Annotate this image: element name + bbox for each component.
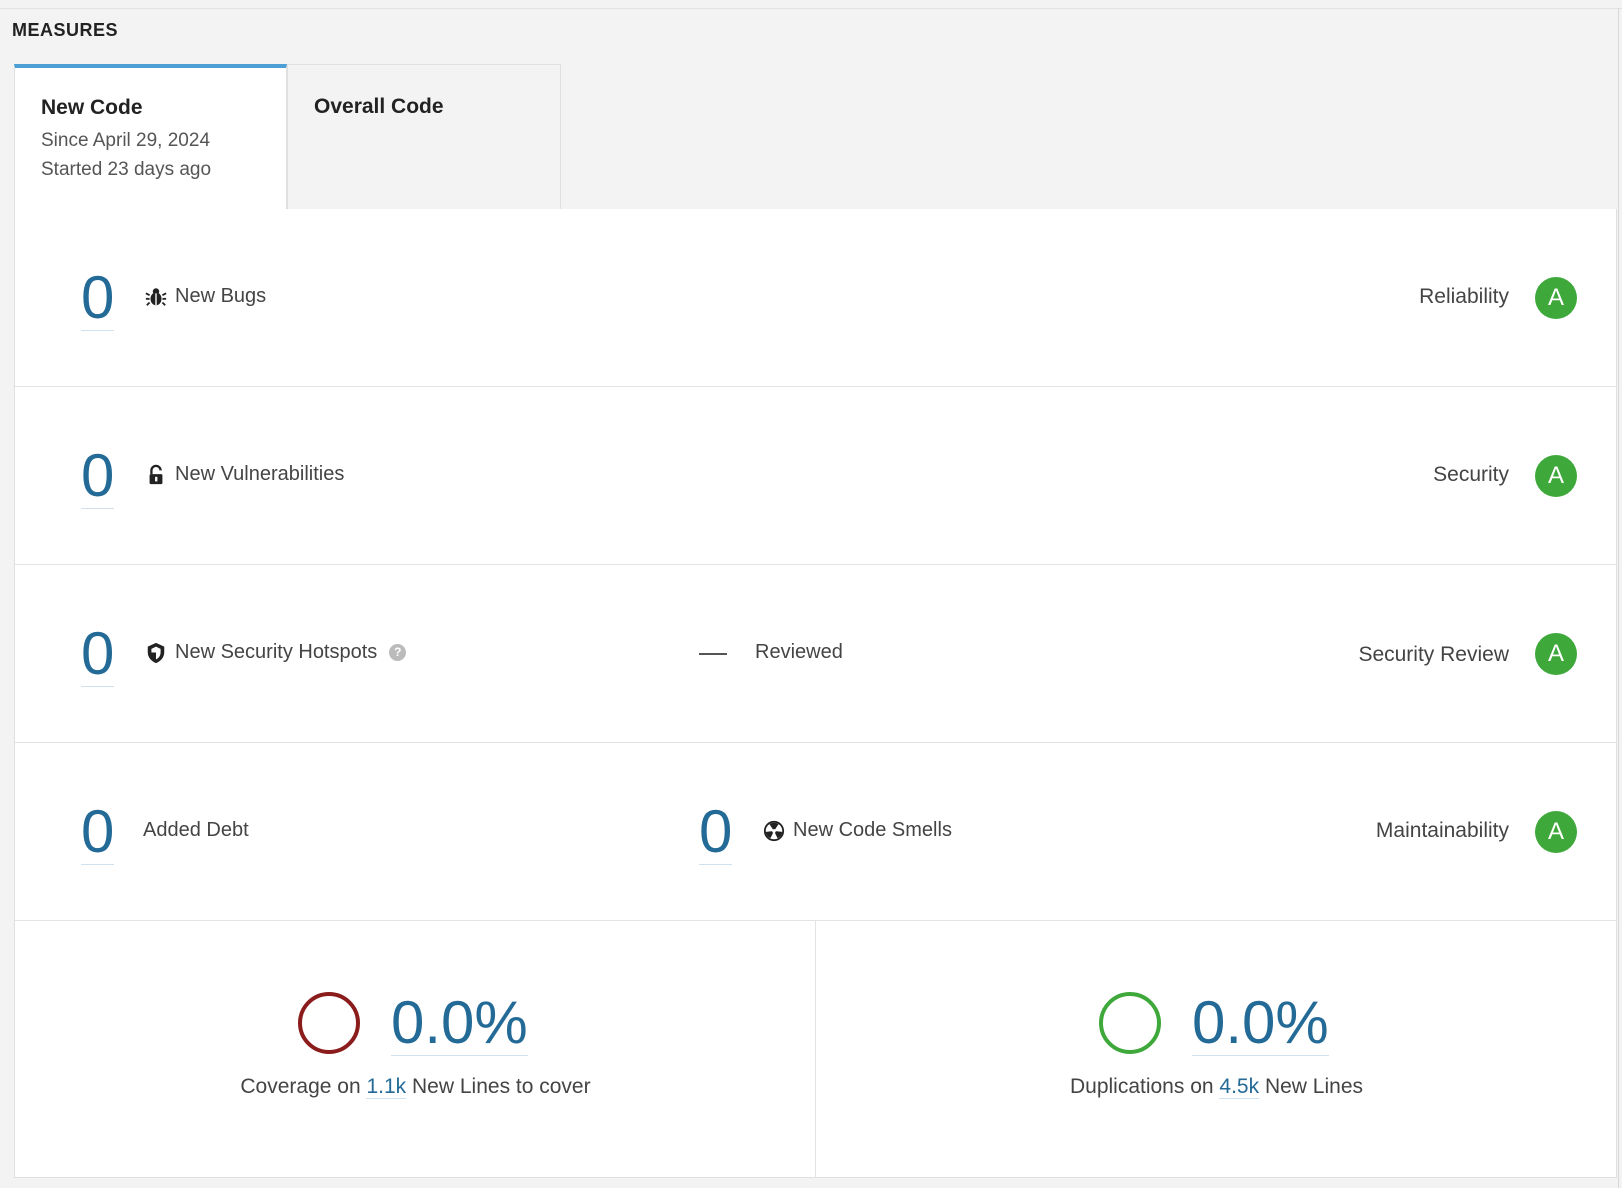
duplications-caption-suffix: New Lines xyxy=(1264,1075,1364,1098)
new-bugs-label: New Bugs xyxy=(145,285,266,308)
tab-new-code[interactable]: New Code Since April 29, 2024 Started 23… xyxy=(14,64,287,210)
coverage-section: 0.0% Coverage on 1.1k New Lines to cover xyxy=(15,921,816,1177)
new-hotspots-text[interactable]: New Security Hotspots xyxy=(175,641,377,664)
duplications-caption: Duplications on 4.5k New Lines xyxy=(816,1075,1617,1099)
reliability-row: 0 New Bugs Reliability A xyxy=(15,209,1617,387)
duplications-value[interactable]: 0.0% xyxy=(1192,993,1329,1056)
coverage-ring xyxy=(298,992,360,1054)
security-review-rating-badge[interactable]: A xyxy=(1535,633,1577,675)
coverage-lines-link[interactable]: 1.1k xyxy=(366,1075,407,1099)
new-vulnerabilities-label: New Vulnerabilities xyxy=(145,463,344,486)
reliability-rating-badge[interactable]: A xyxy=(1535,277,1577,319)
duplications-caption-prefix: Duplications on xyxy=(1069,1075,1214,1098)
coverage-caption-prefix: Coverage on xyxy=(240,1075,361,1098)
code-smell-icon xyxy=(763,820,785,841)
new-code-smells-label: New Code Smells xyxy=(763,819,952,842)
new-code-since: Since April 29, 2024 xyxy=(41,130,211,151)
right-border xyxy=(1618,8,1619,1188)
help-icon[interactable]: ? xyxy=(389,644,407,661)
section-title: MEASURES xyxy=(12,20,119,40)
new-vulnerabilities-value[interactable]: 0 xyxy=(81,446,115,509)
coverage-value[interactable]: 0.0% xyxy=(391,993,528,1056)
tab-overall-code-label: Overall Code xyxy=(314,95,444,118)
maintainability-rating-name: Maintainability xyxy=(1375,819,1509,842)
duplications-ring xyxy=(1099,992,1161,1054)
tab-new-code-label: New Code xyxy=(41,96,143,119)
new-hotspots-label: New Security Hotspots ? xyxy=(145,641,407,664)
top-border xyxy=(0,8,1622,9)
new-code-smells-text[interactable]: New Code Smells xyxy=(793,819,952,842)
tab-overall-code[interactable]: Overall Code xyxy=(287,64,561,210)
reviewed-label: Reviewed xyxy=(755,641,843,663)
maintainability-rating-badge[interactable]: A xyxy=(1535,811,1577,853)
security-review-row: 0 New Security Hotspots ? Reviewed Secur… xyxy=(15,565,1617,743)
coverage-caption-suffix: New Lines to cover xyxy=(412,1075,591,1098)
security-review-rating-name: Security Review xyxy=(1358,643,1509,666)
added-debt-label[interactable]: Added Debt xyxy=(143,819,249,842)
new-hotspots-value[interactable]: 0 xyxy=(81,624,115,687)
shield-icon xyxy=(147,642,165,663)
maintainability-row: 0 Added Debt 0 New Code Smells Maintaina… xyxy=(15,743,1617,921)
security-rating-name: Security xyxy=(1433,463,1509,486)
new-bugs-value[interactable]: 0 xyxy=(81,268,115,331)
new-code-started: Started 23 days ago xyxy=(41,159,212,180)
security-row: 0 New Vulnerabilities Security A xyxy=(15,387,1617,565)
duplications-lines-link[interactable]: 4.5k xyxy=(1219,1075,1260,1099)
coverage-caption: Coverage on 1.1k New Lines to cover xyxy=(15,1075,816,1099)
reviewed-empty-dash xyxy=(699,653,727,655)
added-debt-value[interactable]: 0 xyxy=(81,802,115,865)
reliability-rating-name: Reliability xyxy=(1419,285,1509,308)
new-bugs-text[interactable]: New Bugs xyxy=(175,285,266,308)
bug-icon xyxy=(145,287,167,306)
new-code-smells-value[interactable]: 0 xyxy=(699,802,733,865)
security-rating-badge[interactable]: A xyxy=(1535,455,1577,497)
lock-open-icon xyxy=(149,464,163,484)
measures-panel: 0 New Bugs Reliability A 0 New Vulnerabi… xyxy=(14,209,1617,1178)
duplications-section: 0.0% Duplications on 4.5k New Lines xyxy=(816,921,1617,1177)
new-vulnerabilities-text[interactable]: New Vulnerabilities xyxy=(175,463,344,486)
